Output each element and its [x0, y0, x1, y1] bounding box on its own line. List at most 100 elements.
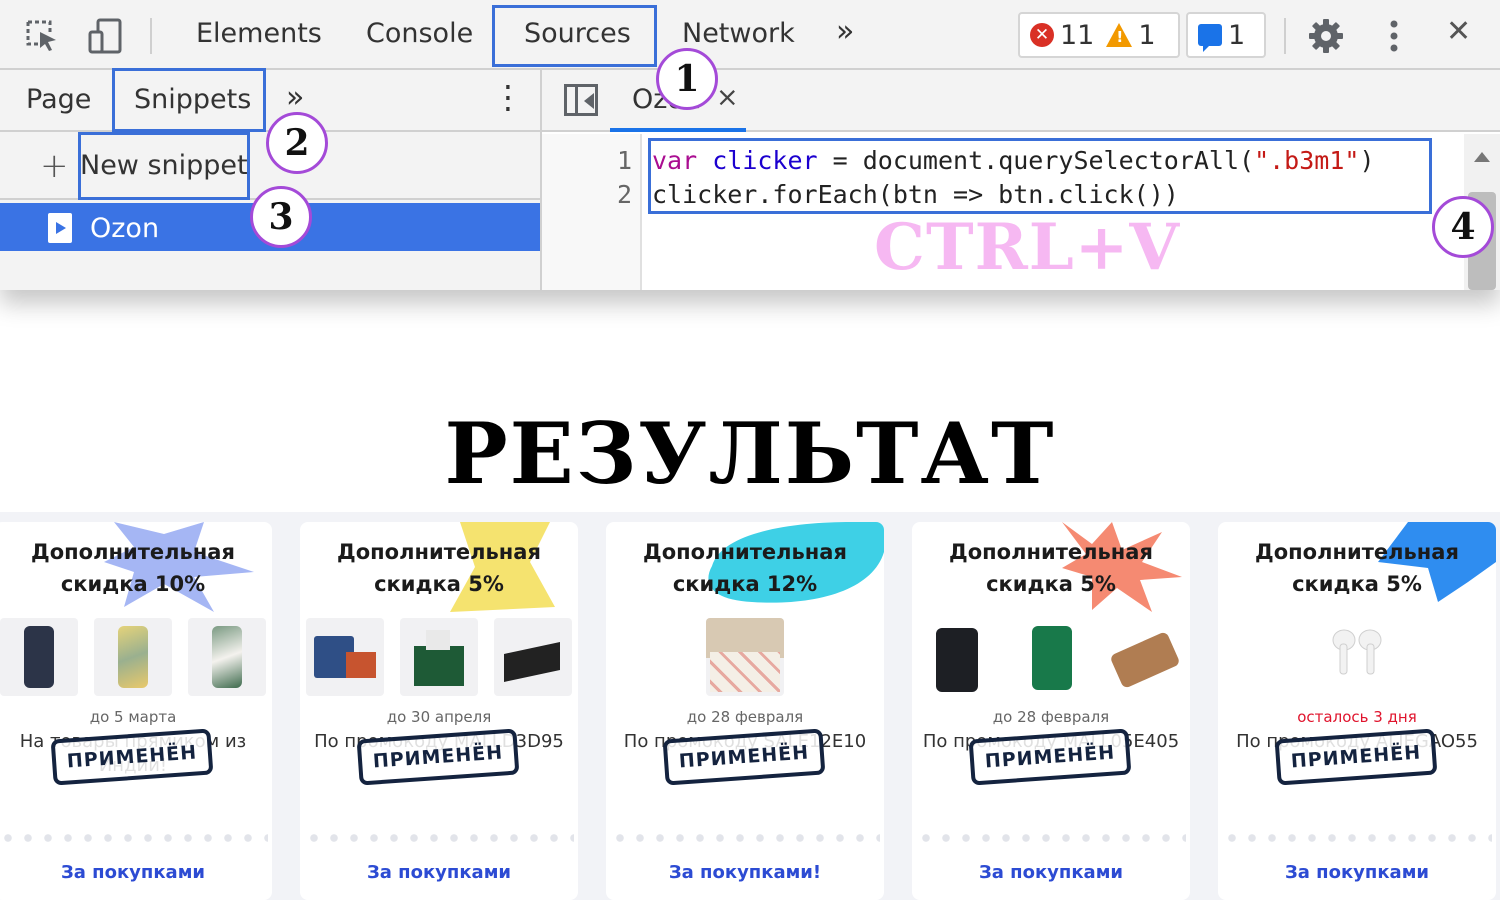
shop-link[interactable]: За покупками	[0, 862, 272, 883]
step-4-marker: 4	[1432, 196, 1494, 258]
coupon-title: Дополнительная скидка 12%	[606, 536, 884, 600]
wallet-image	[1106, 618, 1184, 696]
message-count: 1	[1228, 19, 1246, 51]
product-thumbs	[0, 618, 272, 698]
tab-elements[interactable]: Elements	[196, 18, 322, 49]
wallet-image	[1012, 618, 1090, 696]
tab-network[interactable]: Network	[682, 18, 795, 49]
highlight-new-snippet	[78, 132, 250, 200]
toolbar-separator	[1284, 18, 1286, 54]
paste-hint: CTRL+V	[874, 210, 1181, 285]
coupon-date: до 30 апреля	[386, 708, 492, 726]
coupon-title: Дополнительная скидка 5%	[912, 536, 1190, 600]
inspect-element-icon[interactable]	[24, 18, 60, 54]
gift-set-image	[400, 618, 478, 696]
applied-stamp: ПРИМЕНЁН	[356, 728, 520, 786]
applied-stamp: ПРИМЕНЁН	[1274, 728, 1438, 786]
shop-link[interactable]: За покупками	[1218, 862, 1496, 883]
perforation-divider	[916, 834, 1186, 842]
perforation-divider	[610, 834, 880, 842]
applied-stamp: ПРИМЕНЁН	[662, 728, 826, 786]
error-count: 11	[1060, 19, 1095, 51]
coupon-title-line: скидка 10%	[60, 572, 206, 596]
coupon-title: Дополнительная скидка 5%	[1218, 536, 1496, 600]
result-heading: РЕЗУЛЬТАТ	[444, 404, 1056, 503]
line-number: 2	[616, 180, 632, 209]
more-tabs-button[interactable]: »	[836, 14, 854, 49]
coupon-title-line: Дополнительная	[337, 540, 541, 564]
issues-counter[interactable]: ✕ 11 ! 1	[1018, 12, 1180, 58]
powerbank-image	[494, 618, 572, 696]
phone-case-image	[188, 618, 266, 696]
step-2-marker: 2	[266, 112, 328, 174]
perforation-divider	[0, 834, 268, 842]
scroll-up-icon[interactable]	[1474, 152, 1490, 162]
earbuds-image	[1318, 618, 1396, 696]
coupon-title-line: скидка 12%	[672, 572, 818, 596]
coupon-cards: Дополнительная скидка 10% до 5 марта На …	[0, 512, 1500, 900]
kebab-menu-icon[interactable]	[1376, 18, 1412, 54]
close-devtools-button[interactable]: ✕	[1446, 14, 1471, 49]
coupon-title-line: скидка 5%	[374, 572, 504, 596]
warning-icon: !	[1106, 23, 1133, 47]
highlight-sources-tab	[492, 5, 657, 67]
more-navigator-tabs[interactable]: »	[286, 80, 304, 115]
coupon-date: до 5 марта	[89, 708, 177, 726]
highlight-snippets-tab	[112, 68, 266, 132]
devtools-toolbar: Elements Console Sources Network » ✕ 11 …	[0, 0, 1500, 70]
shop-link[interactable]: За покупками	[912, 862, 1190, 883]
step-3-marker: 3	[250, 186, 312, 248]
coupon-title-line: Дополнительная	[949, 540, 1153, 564]
coupon-date: до 28 февраля	[686, 708, 804, 726]
snippet-file-name: Ozon	[90, 213, 160, 244]
line-number: 1	[616, 146, 632, 175]
line-gutter: 1 2	[542, 134, 642, 290]
highlight-code	[648, 138, 1432, 214]
step-1-marker: 1	[656, 48, 718, 110]
coupon-card: Дополнительная скидка 5% до 28 февраля П…	[912, 522, 1190, 900]
coupon-card: Дополнительная скидка 5% осталось 3 дня …	[1218, 522, 1496, 900]
navigator-tabs: Page Snippets » ⋮	[0, 70, 540, 132]
warning-count: 1	[1138, 19, 1156, 51]
tab-console[interactable]: Console	[366, 18, 473, 49]
perforation-divider	[1222, 834, 1492, 842]
gear-icon[interactable]	[1308, 18, 1344, 54]
error-icon: ✕	[1030, 23, 1054, 47]
coupon-card: Дополнительная скидка 10% до 5 марта На …	[0, 522, 272, 900]
coupon-title-line: скидка 5%	[986, 572, 1116, 596]
coupon-card: Дополнительная скидка 5% до 30 апреля По…	[300, 522, 578, 900]
coupon-card: Дополнительная скидка 12% до 28 февраля …	[606, 522, 884, 900]
device-toolbar-icon[interactable]	[88, 18, 124, 54]
coupon-title-line: Дополнительная	[1255, 540, 1459, 564]
product-thumbs	[300, 618, 578, 698]
product-thumbs	[912, 618, 1190, 698]
gift-set-image	[306, 618, 384, 696]
shop-link[interactable]: За покупками	[300, 862, 578, 883]
phone-case-image	[94, 618, 172, 696]
coupon-title-line: Дополнительная	[643, 540, 847, 564]
bedding-image	[706, 618, 784, 696]
coupon-title: Дополнительная скидка 5%	[300, 536, 578, 600]
devtools-panel: Elements Console Sources Network » ✕ 11 …	[0, 0, 1500, 290]
close-tab-icon[interactable]: ×	[716, 82, 739, 113]
messages-counter[interactable]: 1	[1186, 12, 1266, 58]
phone-case-image	[0, 618, 78, 696]
wallet-image	[918, 618, 996, 696]
product-thumbs	[606, 618, 884, 698]
product-thumbs	[1218, 618, 1496, 698]
applied-stamp: ПРИМЕНЁН	[968, 728, 1132, 786]
coupon-title-line: Дополнительная	[31, 540, 235, 564]
toolbar-separator	[150, 18, 152, 54]
toggle-navigator-icon[interactable]	[564, 84, 598, 116]
message-icon	[1198, 24, 1222, 52]
coupon-date: осталось 3 дня	[1297, 708, 1417, 726]
coupon-date: до 28 февраля	[992, 708, 1110, 726]
shop-link[interactable]: За покупками!	[606, 862, 884, 883]
coupon-title: Дополнительная скидка 10%	[0, 536, 272, 600]
coupon-title-line: скидка 5%	[1292, 572, 1422, 596]
snippet-file-icon	[48, 213, 72, 243]
perforation-divider	[304, 834, 574, 842]
tab-page[interactable]: Page	[26, 84, 91, 115]
navigator-menu-icon[interactable]: ⋮	[492, 78, 524, 116]
plus-icon: +	[40, 146, 69, 186]
